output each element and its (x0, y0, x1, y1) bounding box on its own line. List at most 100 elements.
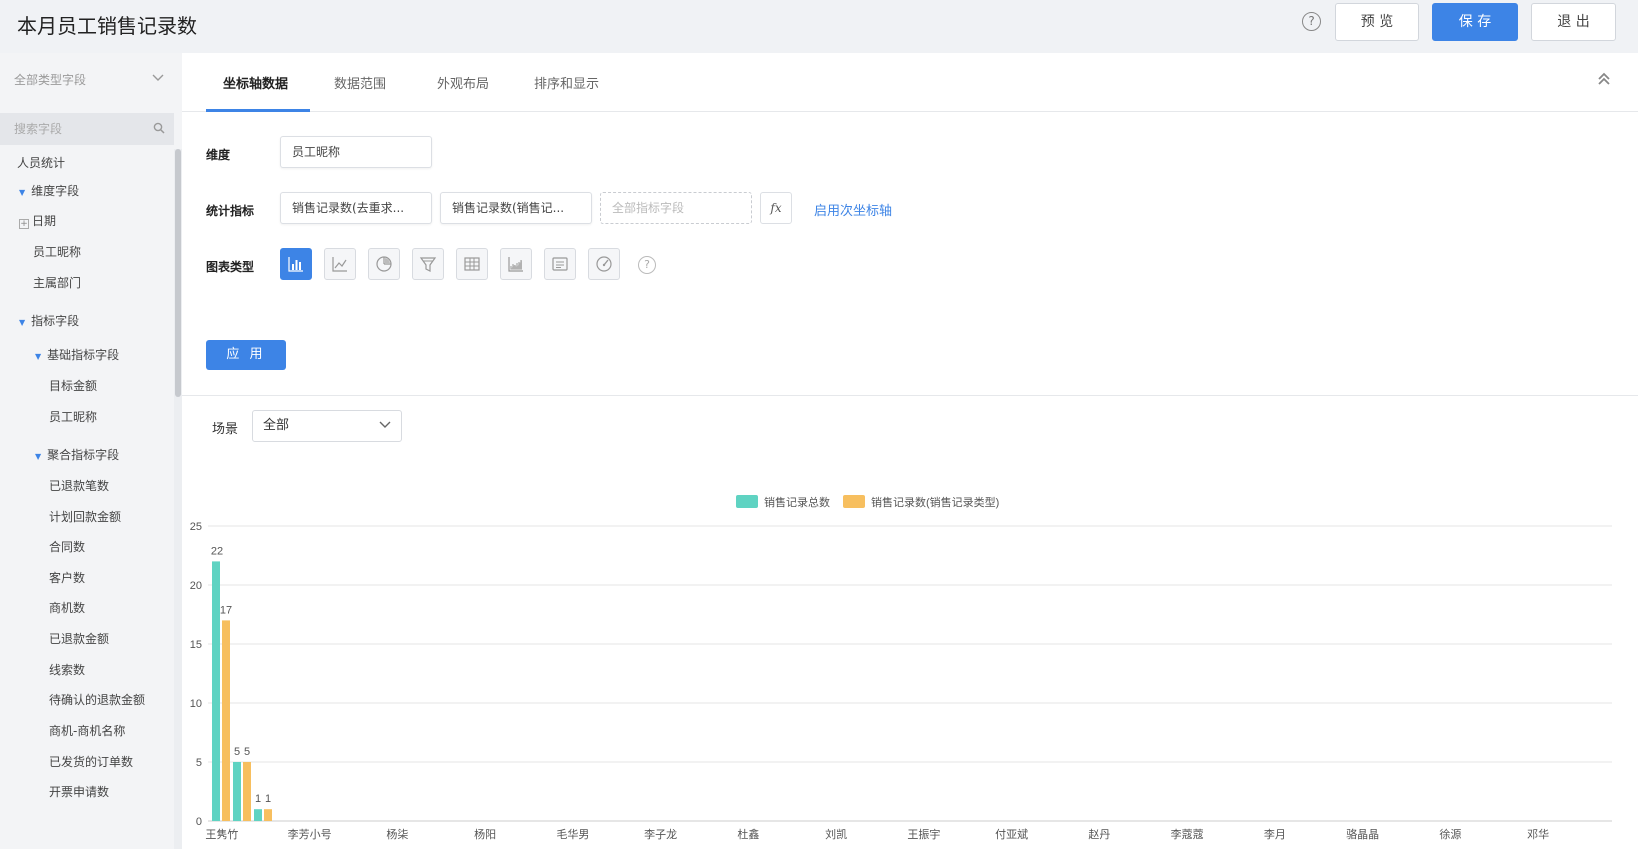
legend-swatch (736, 495, 758, 508)
bar-series-2 (222, 620, 230, 821)
x-tick-label: 徐源 (1439, 827, 1461, 841)
page-title: 本月员工销售记录数 (17, 14, 197, 38)
chart-type-label: 图表类型 (206, 260, 255, 274)
tree-item-employee-nickname[interactable]: 员工昵称 (33, 243, 81, 260)
x-tick-label: 刘凯 (825, 828, 847, 841)
field-type-select-value: 全部类型字段 (14, 73, 87, 87)
chevron-down-icon (152, 71, 164, 86)
funnel-chart-icon[interactable] (412, 248, 444, 280)
tree-item-label: 维度字段 (31, 184, 80, 198)
table-icon[interactable] (456, 248, 488, 280)
field-search-input[interactable]: 搜索字段 (0, 113, 174, 145)
pie-chart-icon[interactable] (368, 248, 400, 280)
tree-item-lead-count[interactable]: 线索数 (49, 661, 85, 678)
x-tick-label: 李子龙 (644, 827, 677, 841)
tree-item-opportunity-name[interactable]: 商机-商机名称 (49, 722, 125, 739)
tab-data-range[interactable]: 数据范围 (334, 73, 386, 92)
tree-item-label: 已退款金额 (49, 632, 110, 646)
tree-item-label: 日期 (32, 214, 57, 228)
scene-label: 场景 (212, 422, 239, 437)
gauge-icon[interactable] (588, 248, 620, 280)
caret-down-icon: ▼ (35, 352, 42, 361)
tree-item-planned-payment[interactable]: 计划回款金额 (49, 508, 121, 525)
sidebar-scrollbar-thumb[interactable] (175, 149, 181, 397)
bar-series-1 (254, 809, 262, 821)
expand-plus-icon[interactable]: + (19, 219, 29, 229)
tree-group-aggregate-metrics[interactable]: ▼ 聚合指标字段 (35, 446, 119, 463)
active-tab-indicator (206, 109, 310, 112)
chart-type-help-icon[interactable]: ? (638, 256, 656, 274)
tree-item-contract-count[interactable]: 合同数 (49, 538, 85, 555)
tree-item-shipped-orders[interactable]: 已发货的订单数 (49, 753, 133, 770)
legend-label: 销售记录总数 (764, 495, 830, 509)
tree-item-employee-nickname-2[interactable]: 员工昵称 (49, 408, 97, 425)
enable-secondary-axis-link[interactable]: 启用次坐标轴 (814, 200, 892, 219)
scene-select[interactable]: 全部 (252, 410, 402, 442)
scene-select-value: 全部 (263, 418, 290, 433)
tree-item-opportunity-count[interactable]: 商机数 (49, 599, 85, 616)
save-button[interactable]: 保 存 (1432, 3, 1518, 41)
data-label: 17 (220, 604, 232, 616)
data-label: 5 (234, 746, 240, 758)
area-chart-icon[interactable] (500, 248, 532, 280)
bar-chart-icon[interactable] (280, 248, 312, 280)
tree-item-date[interactable]: + 日期 (19, 212, 56, 229)
dimension-label: 维度 (206, 148, 231, 162)
x-tick-label: 毛华男 (556, 827, 589, 841)
tab-axis-data[interactable]: 坐标轴数据 (223, 73, 288, 92)
tree-item-refunded-count[interactable]: 已退款笔数 (49, 477, 109, 494)
field-search-placeholder: 搜索字段 (14, 122, 63, 136)
tree-item-customer-count[interactable]: 客户数 (49, 569, 85, 586)
preview-button[interactable]: 预 览 (1335, 3, 1419, 41)
search-icon[interactable] (153, 113, 165, 145)
tree-item-label: 基础指标字段 (47, 348, 120, 362)
tree-item-label: 聚合指标字段 (47, 448, 120, 462)
exit-button[interactable]: 退 出 (1531, 3, 1616, 41)
tree-item-label: 员工昵称 (33, 245, 82, 259)
tree-item-label: 计划回款金额 (49, 510, 122, 524)
data-label: 1 (265, 793, 271, 805)
tree-item-target-amount[interactable]: 目标金额 (49, 377, 97, 394)
tree-item-label: 合同数 (49, 540, 86, 554)
legend-label: 销售记录数(销售记录类型) (871, 495, 999, 509)
x-tick-label: 李芳小号 (288, 827, 332, 841)
tree-item-label: 开票申请数 (49, 785, 110, 799)
text-card-icon[interactable] (544, 248, 576, 280)
tree-group-dimension-fields[interactable]: ▼ 维度字段 (19, 182, 79, 199)
tree-item-invoice-requests[interactable]: 开票申请数 (49, 783, 109, 800)
bar-series-1 (212, 561, 220, 821)
tree-item-label: 商机-商机名称 (49, 724, 126, 738)
collapse-up-icon[interactable] (1597, 71, 1611, 91)
metric-drop-zone[interactable]: 全部指标字段 (600, 192, 752, 224)
y-tick-label: 10 (190, 698, 202, 710)
tab-appearance[interactable]: 外观布局 (437, 73, 489, 92)
y-tick-label: 15 (190, 639, 202, 651)
tree-item-main-department[interactable]: 主属部门 (33, 274, 81, 291)
metric-chip-2[interactable]: 销售记录数(销售记... (440, 192, 592, 224)
x-tick-label: 杜鑫 (737, 827, 759, 841)
tree-group-personnel[interactable]: 人员统计 (17, 154, 65, 171)
dimension-field-chip[interactable]: 员工昵称 (280, 136, 432, 168)
tree-group-basic-metrics[interactable]: ▼ 基础指标字段 (35, 346, 119, 363)
caret-down-icon: ▼ (35, 452, 42, 461)
tree-group-metric-fields[interactable]: ▼ 指标字段 (19, 312, 79, 329)
y-tick-label: 25 (190, 521, 202, 533)
tree-item-label: 目标金额 (49, 379, 98, 393)
metric-chip-1[interactable]: 销售记录数(去重求... (280, 192, 432, 224)
field-type-select[interactable]: 全部类型字段 (14, 71, 164, 91)
x-tick-label: 王振宇 (907, 827, 940, 841)
x-tick-label: 骆晶晶 (1346, 827, 1379, 841)
tree-item-pending-refund[interactable]: 待确认的退款金额 (49, 691, 145, 708)
field-sidebar: 全部类型字段 搜索字段 人员统计 ▼ 维度字段 + 日期 员工昵称 主属部门 ▼ 指标… (0, 53, 182, 849)
tab-bar: 坐标轴数据 数据范围 外观布局 排序和显示 (182, 53, 1638, 112)
tree-item-label: 人员统计 (17, 156, 66, 170)
tree-item-refunded-amount[interactable]: 已退款金额 (49, 630, 109, 647)
formula-button[interactable]: fx (760, 192, 792, 224)
apply-button[interactable]: 应 用 (206, 340, 286, 370)
line-chart-icon[interactable] (324, 248, 356, 280)
caret-down-icon: ▼ (19, 318, 26, 327)
help-icon[interactable]: ? (1302, 12, 1321, 31)
x-tick-label: 赵丹 (1088, 827, 1110, 841)
x-tick-label: 杨柒 (386, 827, 408, 841)
tab-sort-display[interactable]: 排序和显示 (534, 73, 599, 92)
